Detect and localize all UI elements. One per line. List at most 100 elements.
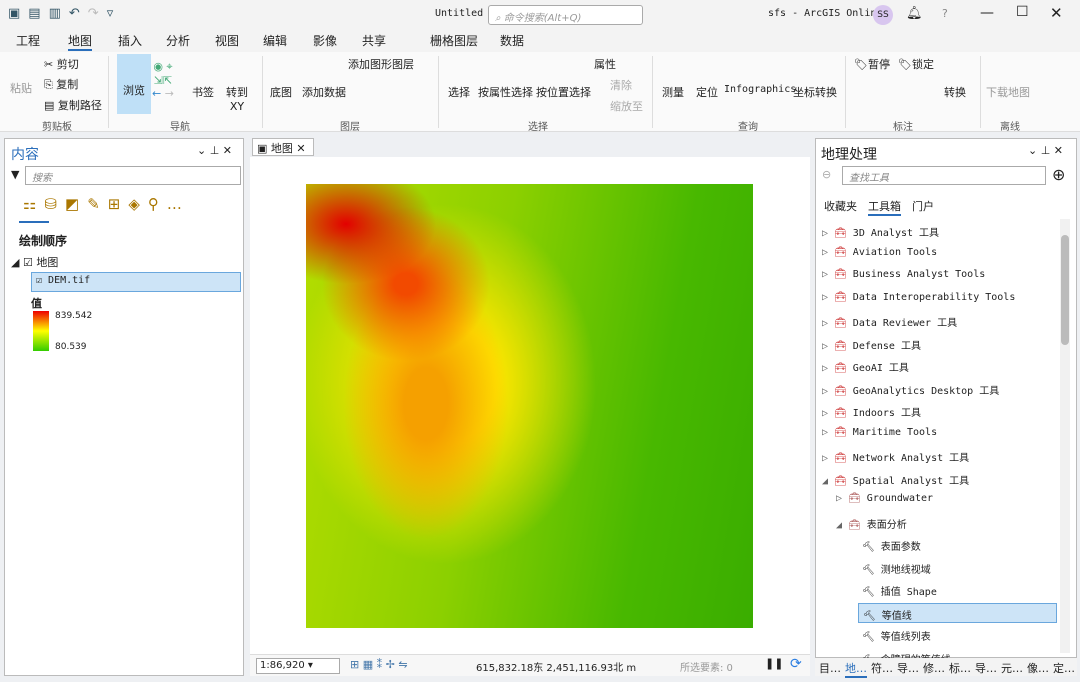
toolbox-item[interactable]: ▷ 🧰︎ GeoAnalytics Desktop 工具 [822,382,999,397]
toolbox-item[interactable]: ▷ 🧰︎ GeoAI 工具 [822,359,909,374]
add-graphics-layer-button[interactable]: 添加图形图层 [348,56,414,72]
group-inquiry: 查询 [738,122,758,133]
copy-button[interactable]: ⎘ 复制 [44,76,78,92]
pause-labels-button[interactable]: 🏷︎暂停 [854,56,890,72]
goto-xy-button[interactable]: 转到XY [224,84,250,113]
tool-label: 测地线视域 [880,564,931,576]
tab-favorites[interactable]: 收藏夹 [824,198,857,214]
measure-button[interactable]: 测量 [662,84,684,100]
map-node[interactable]: ◢ ☑ 地图 [11,254,58,270]
avatar[interactable]: SS [873,5,893,25]
account-label: sfs - ArcGIS Online [768,8,883,19]
tool-item[interactable]: 🔨︎ 测地线视域 [858,558,1057,578]
basemap-button[interactable]: 底图 [270,84,292,100]
gp-search[interactable]: 查找工具 [842,166,1046,185]
toolbox-item[interactable]: ▷ 🧰︎ Network Analyst 工具 [822,449,969,464]
bottom-tab[interactable]: 地… [845,660,867,678]
refresh-icon[interactable]: ⟳ [790,656,802,672]
bottom-tab[interactable]: 符… [871,660,893,676]
tab-map-view[interactable]: ▣ 地图 ✕ [252,138,314,156]
scale-select[interactable]: 1:86,920 ▾ [256,658,340,674]
maximize-button[interactable]: ☐ [1016,4,1029,20]
tab-insert[interactable]: 插入 [118,32,142,49]
toolbox-item[interactable]: ▷ 🧰︎ Indoors 工具 [822,404,921,419]
tool-item[interactable]: 🔨︎ 等值线 [858,602,1057,623]
attributes-button[interactable]: 属性 [594,56,616,72]
toolbox-item[interactable]: ▷ 🧰︎ Data Reviewer 工具 [822,314,957,329]
toolbox-label: GeoAnalytics Desktop 工具 [852,385,1000,397]
tab-analysis[interactable]: 分析 [166,32,190,49]
toolbox-item[interactable]: ▷ 🧰︎ Aviation Tools [822,247,937,258]
tab-portal[interactable]: 门户 [912,198,934,214]
select-by-attr-button[interactable]: 按属性选择 [478,84,533,100]
tab-toolboxes[interactable]: 工具箱 [868,198,901,216]
toolset-item[interactable]: ◢ 🧰︎ 表面分析 [836,516,907,531]
toolbox-item[interactable]: ▷ 🧰︎ Business Analyst Tools [822,269,985,280]
convert-coordinates-button[interactable]: 坐标转换 [793,84,837,100]
command-search[interactable]: ⌕ 命令搜索(Alt+Q) [488,5,643,25]
help-icon[interactable]: ? [942,7,948,20]
pane-controls[interactable]: ⌄ ⊥ ✕ [1028,144,1063,157]
bottom-tab[interactable]: 导… [975,660,997,676]
tab-map[interactable]: 地图 [68,32,93,51]
toolbox-item[interactable]: ◢ 🧰︎ Spatial Analyst 工具 [822,472,969,487]
close-button[interactable]: ✕ [1050,4,1063,22]
nav-icons[interactable]: ◉ ⌖ ⇲⇱ ← → [152,60,174,100]
cut-button[interactable]: ✂ 剪切 [44,56,79,72]
contents-search[interactable]: 搜索 [25,166,241,185]
layer-dem[interactable]: ☑ DEM.tif [31,272,241,292]
infographics-button[interactable]: Infographics [724,84,796,95]
toolbox-item[interactable]: ▷ 🧰︎ Defense 工具 [822,337,921,352]
bottom-tab[interactable]: 像… [1027,660,1049,676]
tool-item[interactable]: 🔨︎ 插值 Shape [858,580,1057,600]
paste-button[interactable]: 粘贴 [10,80,32,96]
tab-edit[interactable]: 编辑 [263,32,287,49]
tab-share[interactable]: 共享 [362,32,386,49]
back-icon[interactable]: ⊖ [822,168,831,181]
group-navigate: 导航 [170,122,190,133]
map-view[interactable] [250,157,810,654]
tool-item[interactable]: 🔨︎ 表面参数 [858,535,1057,555]
minimize-button[interactable]: — [980,5,994,21]
tab-project[interactable]: 工程 [16,32,40,49]
scrollbar[interactable] [1060,219,1070,653]
copy-path-button[interactable]: ▤ 复制路径 [44,97,102,113]
status-tools[interactable]: ⊞ ▦ ⁑ ✢ ⇋ [350,658,408,671]
convert-button[interactable]: 转换 [944,84,966,100]
tab-view[interactable]: 视图 [215,32,239,49]
tab-raster-layer[interactable]: 栅格图层 [430,32,478,49]
toolset-item[interactable]: ▷ 🧰︎ Groundwater [836,493,933,504]
filter-icon[interactable]: ▼ [11,168,19,181]
bookmarks-button[interactable]: 书签 [192,84,214,100]
select-by-location-button[interactable]: 按位置选择 [536,84,591,100]
bottom-tab[interactable]: 定… [1053,660,1075,676]
add-data-button[interactable]: 添加数据 [302,84,346,100]
toolbox-item[interactable]: ▷ 🧰︎ Maritime Tools [822,427,937,438]
quick-access-toolbar[interactable]: ▣ ▤ ▥ ↶ ↷ ▿ [8,6,121,21]
bottom-tab[interactable]: 元… [1001,660,1023,676]
lock-label: 锁定 [911,58,934,71]
bottom-tab[interactable]: 标… [949,660,971,676]
layer-label: DEM.tif [48,275,91,286]
tool-item[interactable]: 🔨︎ 等值线列表 [858,625,1057,645]
tab-data[interactable]: 数据 [500,32,524,49]
select-button[interactable]: 选择 [448,84,470,100]
toolbox-item[interactable]: ▷ 🧰︎ 3D Analyst 工具 [822,224,939,239]
explore-button[interactable]: 浏览 [117,54,151,114]
zoom-to-button[interactable]: 缩放至 [610,98,643,114]
tab-imagery[interactable]: 影像 [313,32,337,49]
contents-toolbar[interactable]: ⚏⛁◩✎⊞◈⚲… [23,195,190,213]
pause-icon[interactable]: ❚❚ [765,657,783,670]
toolbox-item[interactable]: ▷ 🧰︎ Data Interoperability Tools [822,292,1015,303]
clear-button[interactable]: 清除 [610,77,632,93]
bottom-tab[interactable]: 修… [923,660,945,676]
download-map-button[interactable]: 下载地图 [986,84,1030,100]
lock-labels-button[interactable]: 🏷︎锁定 [898,56,934,72]
locate-button[interactable]: 定位 [696,84,718,100]
bell-icon[interactable]: 🔔︎ [906,6,923,21]
bottom-tab[interactable]: 导… [897,660,919,676]
bottom-tab[interactable]: 目… [819,660,841,676]
pane-controls[interactable]: ⌄ ⊥ ✕ [197,144,232,157]
add-icon[interactable]: ⊕ [1052,165,1065,184]
toolbox-label: Indoors 工具 [852,408,921,419]
